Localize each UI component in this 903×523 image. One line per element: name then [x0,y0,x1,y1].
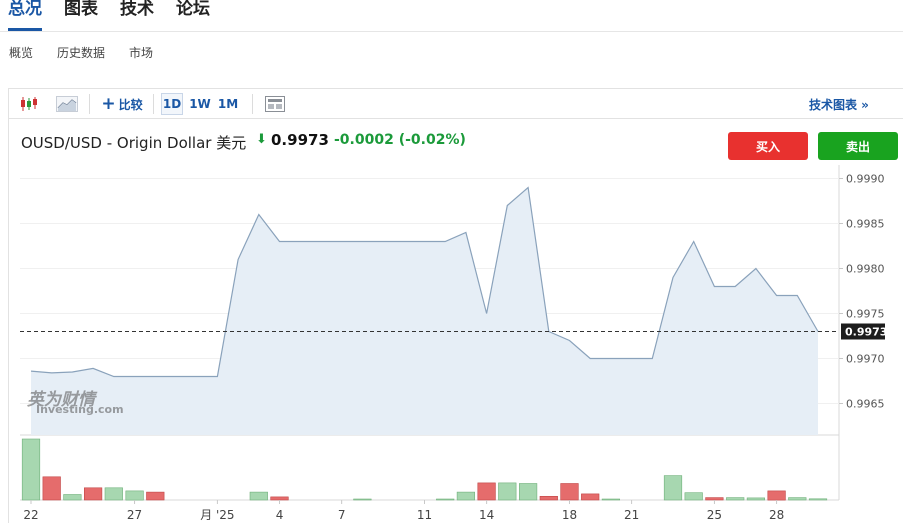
y-tick-label: 0.9985 [846,218,885,231]
y-tick-label: 0.9965 [846,398,885,411]
volume-bar [601,498,620,501]
y-tick-label: 0.9975 [846,308,885,321]
volume-bar [663,475,683,501]
x-tick-label: 7 [338,508,346,522]
y-tick-label: 0.9990 [846,173,885,186]
volume-bar [518,483,538,501]
x-tick-label: 18 [562,508,577,522]
x-tick-label: 月 '25 [200,508,234,522]
x-tick-label: 27 [127,508,142,522]
volume-bar [456,491,476,501]
volume-bar [63,494,82,501]
volume-bar [477,482,496,501]
volume-bar [560,483,579,501]
volume-bar [125,490,144,501]
volume-bar [788,497,807,501]
y-tick-label: 0.9980 [846,263,885,276]
volume-bar [21,438,41,501]
x-tick-label: 4 [276,508,284,522]
volume-bar [705,497,724,501]
x-tick-label: 28 [769,508,784,522]
y-tick-label: 0.9970 [846,353,885,366]
x-tick-label: 11 [417,508,432,522]
x-tick-label: 22 [23,508,38,522]
volume-bar [726,497,745,501]
x-tick-label: 25 [707,508,722,522]
volume-bar [42,476,61,501]
volume-bar [581,493,600,501]
volume-bar [539,495,558,501]
volume-bar [353,498,372,501]
volume-bar [498,482,517,501]
volume-bar [436,498,455,501]
volume-bar [146,491,165,501]
current-price-label: 0.9973 [845,326,887,339]
x-tick-label: 14 [479,508,494,522]
volume-bar [270,496,289,501]
volume-bar [746,497,765,501]
volume-bars [21,438,828,501]
volume-bar [104,487,123,501]
investing-watermark-logo: 英为财情 Investing.com [27,385,127,421]
volume-bar [84,487,103,501]
x-tick-label: 21 [624,508,639,522]
volume-bar [767,490,786,501]
watermark-en: Investing.com [36,403,124,416]
volume-bar [808,498,828,501]
volume-bar [249,491,268,501]
volume-bar [684,492,703,501]
price-chart[interactable]: 0.9990 0.9985 0.9980 0.9975 0.9970 0.9965 0.99… [0,0,903,523]
